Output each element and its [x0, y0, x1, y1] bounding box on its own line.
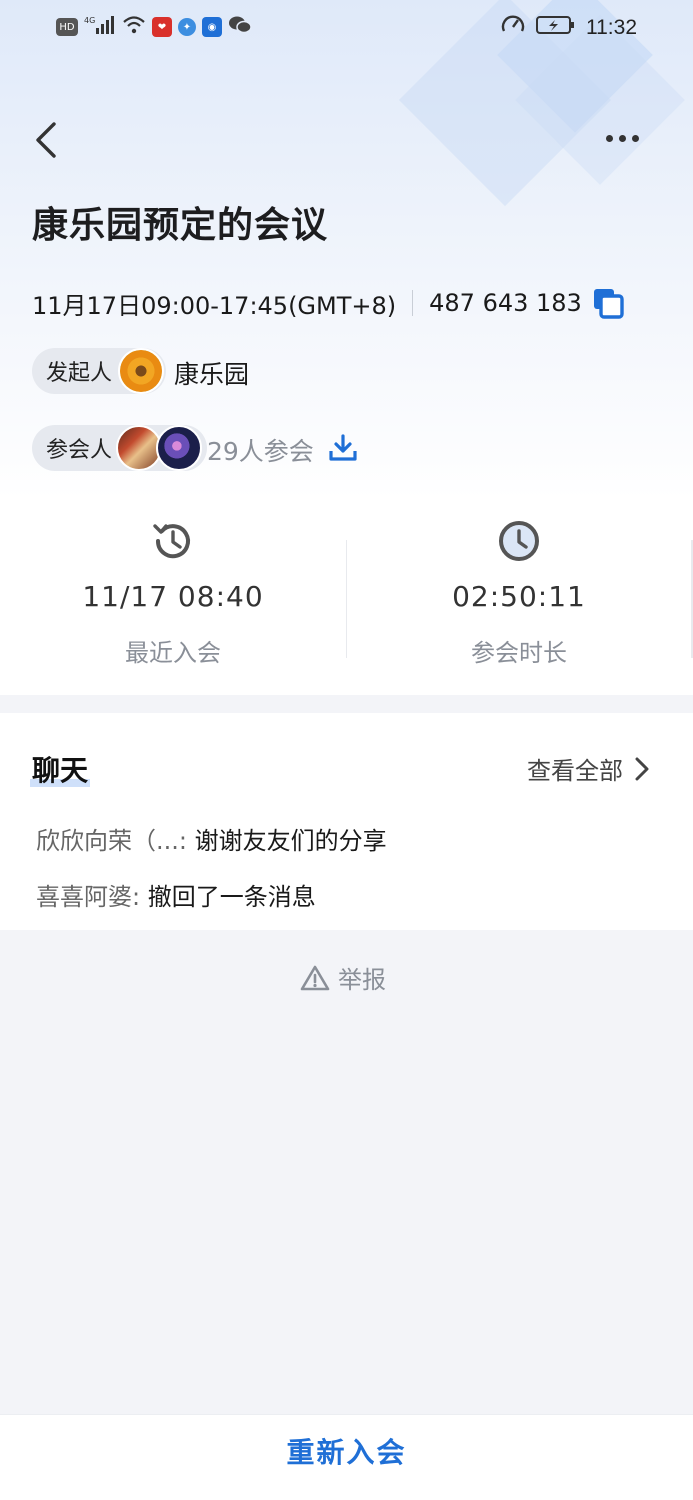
back-button[interactable] — [30, 118, 66, 162]
host-avatar — [118, 348, 164, 394]
last-join-stat: 11/17 08:40 最近入会 — [0, 518, 346, 668]
participants-pill[interactable]: 参会人 — [32, 425, 207, 471]
chevron-left-icon — [36, 122, 56, 158]
meeting-stats: 11/17 08:40 最近入会 02:50:11 参会时长 — [0, 500, 693, 695]
chat-message: 喜喜阿婆: 撤回了一条消息 — [36, 877, 316, 912]
download-icon[interactable] — [328, 433, 358, 463]
chat-text: 谢谢友友们的分享 — [194, 827, 387, 855]
battery-icon — [536, 14, 576, 41]
status-time: 11:32 — [586, 15, 637, 39]
browser-icon: ✦ — [178, 18, 196, 36]
meeting-time-range: 11月17日09:00-17:45(GMT+8) — [32, 291, 397, 320]
duration-value: 02:50:11 — [452, 580, 586, 613]
hd-icon: HD — [56, 18, 78, 36]
participants-count: 29人参会 — [207, 437, 314, 466]
bulb-app-icon: ◉ — [202, 17, 222, 37]
view-all-button[interactable]: 查看全部 — [527, 751, 651, 786]
view-all-label: 查看全部 — [527, 757, 623, 785]
chevron-right-icon — [635, 757, 649, 780]
svg-text:4G: 4G — [84, 16, 95, 25]
wechat-icon — [228, 15, 252, 39]
more-options-button[interactable] — [606, 130, 646, 146]
app-notification-icon: ❤ — [152, 17, 172, 37]
copy-icon[interactable] — [592, 287, 624, 319]
participant-avatar — [156, 425, 202, 471]
chat-message: 欣欣向荣（...: 谢谢友友们的分享 — [36, 821, 387, 856]
chat-text: 撤回了一条消息 — [147, 883, 316, 911]
chat-title: 聊天 — [32, 754, 89, 787]
host-name: 康乐园 — [174, 360, 250, 389]
clock-icon — [499, 521, 539, 561]
history-clock-icon — [153, 524, 190, 559]
duration-stat: 02:50:11 参会时长 — [346, 518, 692, 668]
4g-signal-icon: 4G — [84, 14, 116, 40]
last-join-value: 11/17 08:40 — [82, 580, 264, 613]
meeting-title: 康乐园预定的会议 — [32, 205, 329, 246]
meeting-id: 487 643 183 — [429, 289, 582, 317]
wifi-icon — [122, 15, 146, 39]
report-label: 举报 — [338, 966, 386, 994]
duration-label: 参会时长 — [471, 639, 567, 667]
chat-sender: 欣欣向荣（...: — [36, 827, 187, 855]
chat-sender: 喜喜阿婆: — [36, 883, 141, 911]
host-pill: 发起人 — [32, 348, 166, 394]
host-label: 发起人 — [46, 361, 113, 386]
report-button[interactable]: 举报 — [300, 960, 386, 995]
warning-icon — [300, 965, 330, 990]
speed-icon — [500, 12, 526, 43]
status-bar: HD 4G ❤ ✦ ◉ 11:32 — [0, 0, 693, 54]
last-join-label: 最近入会 — [125, 639, 221, 667]
bottom-bar: 重新入会 — [0, 1414, 693, 1500]
rejoin-button[interactable]: 重新入会 — [0, 1415, 693, 1487]
meeting-info-row: 11月17日09:00-17:45(GMT+8) 487 643 183 — [32, 284, 624, 322]
chat-section: 聊天 查看全部 欣欣向荣（...: 谢谢友友们的分享 喜喜阿婆: 撤回了一条消息 — [0, 713, 693, 930]
participants-label: 参会人 — [46, 438, 113, 463]
